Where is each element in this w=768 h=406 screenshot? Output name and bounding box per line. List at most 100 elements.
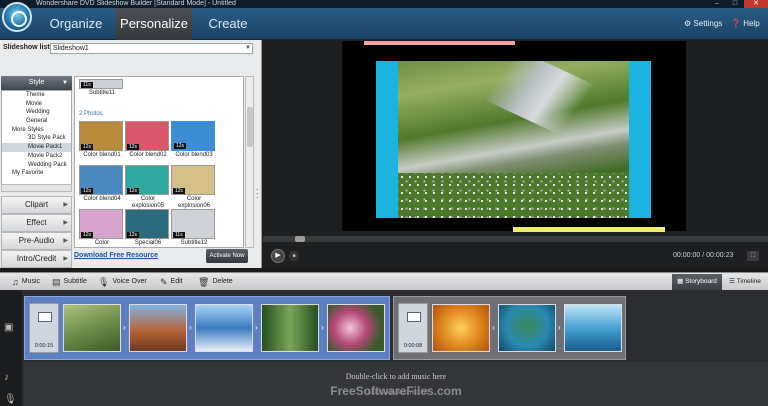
grid-item-color-explosion06[interactable]: 12s Color explosion06: [171, 165, 217, 210]
grid-item-color[interactable]: 12s Color: [79, 209, 125, 247]
music-icon: ♫: [12, 277, 19, 287]
grid-item-label: Color explosion06: [177, 196, 211, 209]
download-free-resource-link[interactable]: Download Free Resource: [74, 252, 158, 259]
slide-thumbnail[interactable]: [63, 304, 121, 352]
slide-thumbnail[interactable]: [261, 304, 319, 352]
grid-item-subtitle11[interactable]: 11s Subtitle11: [79, 79, 125, 97]
subtitle-button[interactable]: ▤ Subtitle: [52, 273, 87, 291]
delete-button[interactable]: 🗑 Delete: [198, 273, 233, 291]
help-label: Help: [743, 19, 760, 28]
music-button[interactable]: ♫ Music: [12, 273, 40, 291]
slide-thumbnail[interactable]: [327, 304, 385, 352]
slide-group-1[interactable]: 0:00:15 › › › ›: [24, 296, 390, 360]
slide-thumbnail[interactable]: [564, 304, 622, 352]
close-button[interactable]: ✕: [744, 0, 768, 8]
pre-audio-button[interactable]: Pre-Audio ▶: [1, 232, 72, 250]
tree-item-more-styles[interactable]: More Styles: [2, 126, 71, 135]
grid-item-color-blend04[interactable]: 12s Color blend04: [79, 165, 125, 203]
resource-panel: Slideshow list : Slideshow1 ▼ Style ▼ Th…: [0, 40, 262, 268]
tab-create[interactable]: Create: [190, 8, 266, 40]
splitter-handle[interactable]: · · ·: [256, 186, 259, 202]
play-button[interactable]: ▶: [271, 249, 285, 263]
app-window: Wondershare DVD Slideshow Builder [Stand…: [0, 0, 768, 406]
grid-item-color-blend03[interactable]: 12s Color blend03: [171, 121, 217, 159]
decor-bar-yellow: [513, 227, 665, 232]
slide-thumbnail[interactable]: [432, 304, 490, 352]
transition-arrow-icon: ›: [558, 323, 561, 332]
edit-button[interactable]: ✎ Edit: [160, 273, 183, 291]
help-button[interactable]: ❓ Help: [731, 8, 760, 40]
duration-badge: 12s: [81, 144, 94, 150]
slide-thumbnail[interactable]: [195, 304, 253, 352]
tab-personalize[interactable]: Personalize: [116, 8, 192, 40]
duration-badge: 12s: [174, 143, 187, 149]
tree-horizontal-scrollbar[interactable]: [1, 184, 72, 192]
group-duration: 0:00:15: [34, 343, 54, 349]
grid-thumbnail: 12s: [125, 121, 169, 151]
music-track[interactable]: Double-click to add music here FreeSoftw…: [24, 362, 768, 406]
slide-group-2[interactable]: 0:00:08 › ›: [393, 296, 626, 360]
tree-item-wedding[interactable]: Wedding: [2, 108, 71, 117]
chevron-down-icon: ▼: [62, 80, 68, 86]
settings-button[interactable]: ⚙ Settings: [684, 8, 722, 40]
tree-item-wedding-pack[interactable]: Wedding Pack: [2, 161, 71, 170]
storyboard-tab[interactable]: ▦ Storyboard: [672, 274, 722, 290]
record-hint: Double-click to record: [364, 388, 428, 396]
maximize-button[interactable]: □: [726, 0, 744, 8]
duration-badge: 11s: [173, 232, 185, 238]
seek-knob[interactable]: [295, 236, 305, 242]
timeline-tab[interactable]: ☰ Timeline: [724, 274, 766, 290]
decor-frame-left: [376, 61, 398, 218]
clipart-button[interactable]: Clipart ▶: [1, 196, 72, 214]
group-settings-tile[interactable]: 0:00:15: [29, 303, 59, 353]
slide-thumbnail[interactable]: [129, 304, 187, 352]
duration-badge: 12s: [81, 188, 94, 194]
time-total: 00:00:23: [706, 252, 734, 259]
photo-river: [454, 61, 629, 171]
seek-bar[interactable]: [263, 236, 768, 242]
grid-item-color-blend01[interactable]: 12s Color blend01: [79, 121, 125, 159]
tree-item-movie[interactable]: Movie: [2, 100, 71, 109]
edit-toolbar: ♫ Music ▤ Subtitle 🎙 Voice Over ✎ Edit 🗑…: [0, 272, 768, 290]
grid-scrollbar[interactable]: [245, 76, 254, 248]
stop-button[interactable]: ■: [289, 251, 299, 261]
grid-item-subtitle12[interactable]: 11s Subtitle12: [171, 209, 217, 247]
minimize-button[interactable]: –: [708, 0, 726, 8]
grid-thumbnail: 12s: [125, 209, 169, 239]
intro-credit-button[interactable]: Intro/Credit ▶: [1, 250, 72, 268]
intro-credit-label: Intro/Credit: [16, 254, 57, 263]
window-title: Wondershare DVD Slideshow Builder [Stand…: [36, 0, 236, 7]
chevron-right-icon: ▶: [63, 220, 68, 226]
grid-item-label: Color blend02: [129, 152, 167, 158]
scrollbar-thumb[interactable]: [247, 107, 253, 147]
voice-over-button[interactable]: 🎙 Voice Over: [98, 273, 147, 291]
activate-now-button[interactable]: Activate Now: [206, 249, 248, 263]
grid-item-label: Special06: [134, 240, 162, 246]
tree-item-movie-pack2[interactable]: Movie Pack2: [2, 152, 71, 161]
storyboard-area: ▣ ♪ 🎙 0:00:15 › › › › 0:00:08 › › Double…: [0, 290, 768, 406]
tree-item-movie-pack1[interactable]: Movie Pack1: [2, 143, 71, 152]
chevron-right-icon: ▶: [63, 256, 68, 262]
time-current: 00:00:00: [673, 252, 701, 259]
tree-item-general[interactable]: General: [2, 117, 71, 126]
grid-item-color-blend02[interactable]: 12s Color blend02: [125, 121, 171, 159]
grid-item-special06[interactable]: 12s Special06: [125, 209, 171, 247]
grid-thumbnail: 12s: [125, 165, 169, 195]
grid-item-color-explosion05[interactable]: 12s Color explosion05: [125, 165, 171, 210]
duration-badge: 12s: [127, 232, 140, 238]
tab-organize[interactable]: Organize: [38, 8, 114, 40]
style-grid: 11s Subtitle11 2 Photos 12s Color blend0…: [74, 76, 244, 248]
slide-thumbnail[interactable]: [498, 304, 556, 352]
tree-item-my-favorite[interactable]: My Favorite: [2, 169, 71, 178]
fullscreen-button[interactable]: ⛶: [747, 251, 759, 261]
grid-item-label: Subtitle11: [88, 90, 116, 96]
tree-item-3d-style-pack[interactable]: 3D Style Pack: [2, 134, 71, 143]
group-settings-tile[interactable]: 0:00:08: [398, 303, 428, 353]
decor-bar-pink: [364, 41, 515, 45]
style-tree: Theme Movie Wedding General More Styles …: [1, 90, 72, 186]
effect-button[interactable]: Effect ▶: [1, 214, 72, 232]
slideshow-select[interactable]: Slideshow1 ▼: [50, 43, 253, 54]
tree-item-theme[interactable]: Theme: [2, 91, 71, 100]
group-label: 2 Photos: [79, 111, 103, 117]
style-dropdown[interactable]: Style ▼: [1, 76, 72, 90]
